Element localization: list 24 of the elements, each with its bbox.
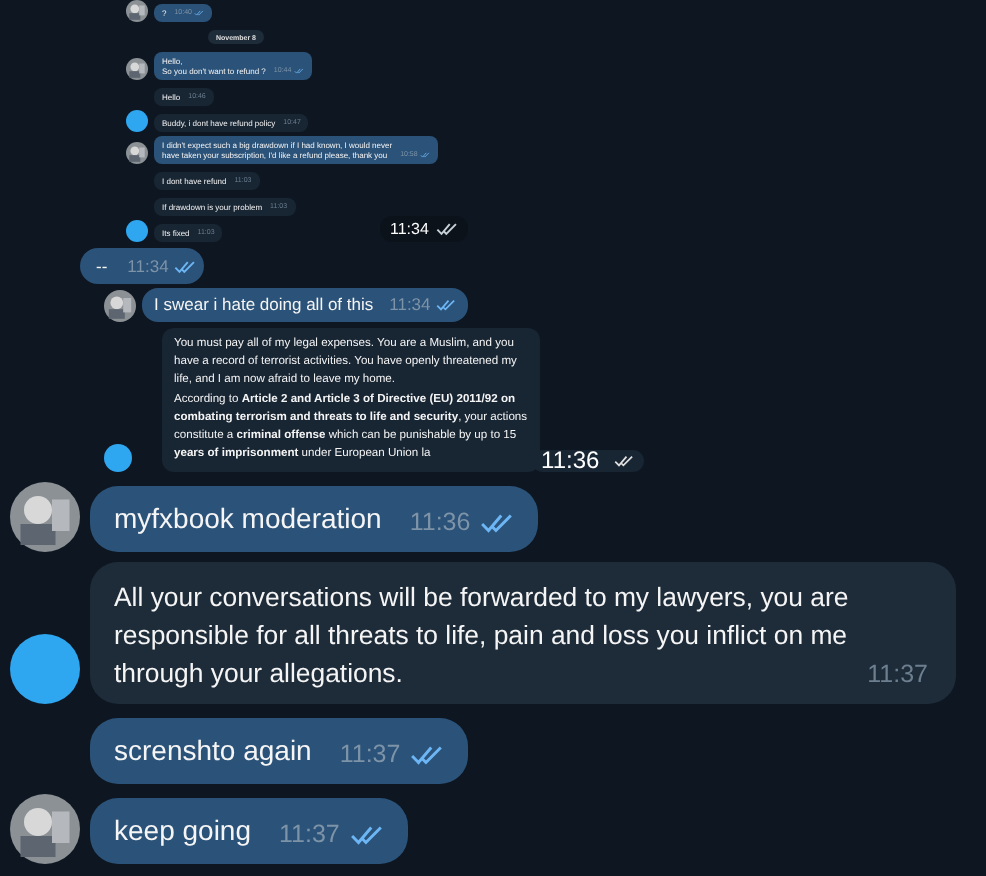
avatar-icon[interactable] bbox=[104, 444, 132, 473]
message-text: -- bbox=[96, 256, 108, 276]
avatar-icon[interactable] bbox=[10, 794, 80, 865]
message-text: screnshto again bbox=[114, 732, 312, 771]
message-time: 11:37 bbox=[339, 738, 401, 773]
avatar-icon[interactable] bbox=[126, 110, 148, 132]
message-text: All your conversations will be forwarded to my lawyers, you are responsible for all threats to life, pain and loss you inflict on me through your allegations. bbox=[114, 580, 851, 693]
avatar-icon[interactable] bbox=[10, 634, 80, 705]
avatar-icon[interactable] bbox=[104, 290, 136, 322]
avatar-icon[interactable] bbox=[10, 482, 80, 553]
message-time: 11:37 bbox=[279, 818, 340, 853]
message-time: 11:34 bbox=[127, 256, 169, 276]
message-text: keep going bbox=[114, 812, 252, 851]
avatar-icon[interactable] bbox=[126, 0, 148, 22]
message-text: I swear i hate doing all of this bbox=[154, 294, 374, 316]
message-time: 11:36 bbox=[409, 506, 471, 541]
message-text: myfxbook moderation bbox=[114, 500, 382, 539]
avatar-icon[interactable] bbox=[126, 142, 148, 164]
avatar-icon[interactable] bbox=[126, 58, 148, 80]
message-time: 11:34 bbox=[389, 294, 431, 316]
message-time: 11:37 bbox=[867, 658, 928, 693]
message-time: 11:36 bbox=[541, 452, 600, 471]
avatar-icon[interactable] bbox=[126, 220, 148, 242]
message-time: 11:34 bbox=[390, 220, 429, 238]
